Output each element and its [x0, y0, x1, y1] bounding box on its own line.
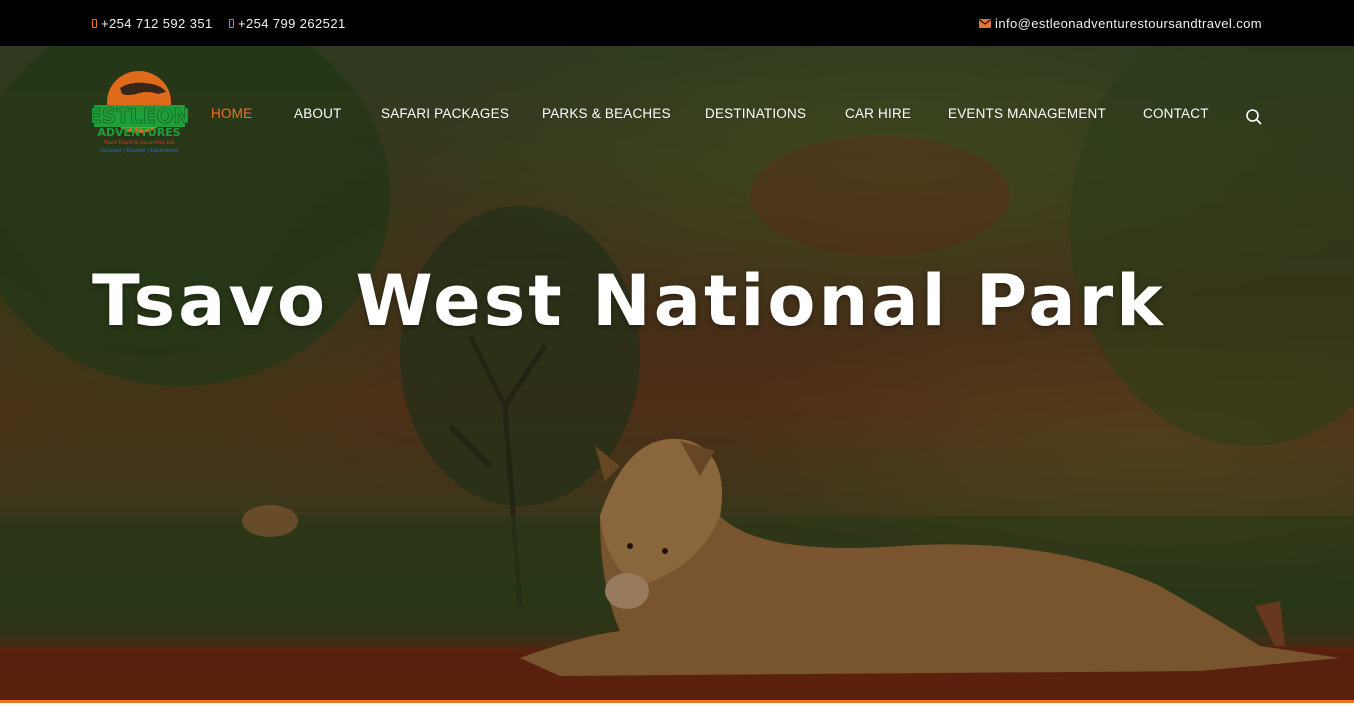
logo-line-3: Tours Travel & Securities Ltd — [103, 140, 175, 146]
top-contact-bar: +254 712 592 351 +254 799 262521 info@es… — [0, 0, 1354, 46]
phone-contact-2[interactable]: +254 799 262521 — [229, 0, 346, 46]
email-contact[interactable]: info@estleonadventurestoursandtravel.com — [979, 0, 1262, 46]
search-icon[interactable] — [1245, 108, 1263, 126]
mobile-phone-icon — [92, 18, 97, 28]
company-logo[interactable]: ESTLEON ADVENTURES Tours Travel & Securi… — [88, 68, 190, 156]
nav-item-safari-packages[interactable]: SAFARI PACKAGES — [381, 106, 509, 121]
page-content-area — [0, 703, 1354, 710]
nav-item-contact[interactable]: CONTACT — [1143, 106, 1209, 121]
nav-item-parks-beaches[interactable]: PARKS & BEACHES — [542, 106, 671, 121]
phone-number-1[interactable]: +254 712 592 351 — [101, 16, 213, 31]
phone-contact-1[interactable]: +254 712 592 351 — [92, 0, 213, 46]
envelope-icon — [979, 16, 992, 31]
nav-item-destinations[interactable]: DESTINATIONS — [705, 106, 806, 121]
phone-number-2[interactable]: +254 799 262521 — [238, 16, 346, 31]
logo-line-1: ESTLEON — [92, 104, 188, 128]
logo-line-2: ADVENTURES — [97, 126, 180, 139]
nav-item-events-management[interactable]: EVENTS MANAGEMENT — [948, 106, 1106, 121]
nav-item-home[interactable]: HOME — [211, 106, 252, 121]
logo-line-4: Discover | Explore | Experience — [100, 148, 178, 154]
nav-item-car-hire[interactable]: CAR HIRE — [845, 106, 911, 121]
hero-overlay — [0, 46, 1354, 700]
mobile-phone-icon — [229, 18, 234, 28]
hero-banner — [0, 46, 1354, 700]
email-address[interactable]: info@estleonadventurestoursandtravel.com — [995, 16, 1262, 31]
hero-title: Tsavo West National Park — [92, 260, 1166, 342]
nav-item-about[interactable]: ABOUT — [294, 106, 342, 121]
